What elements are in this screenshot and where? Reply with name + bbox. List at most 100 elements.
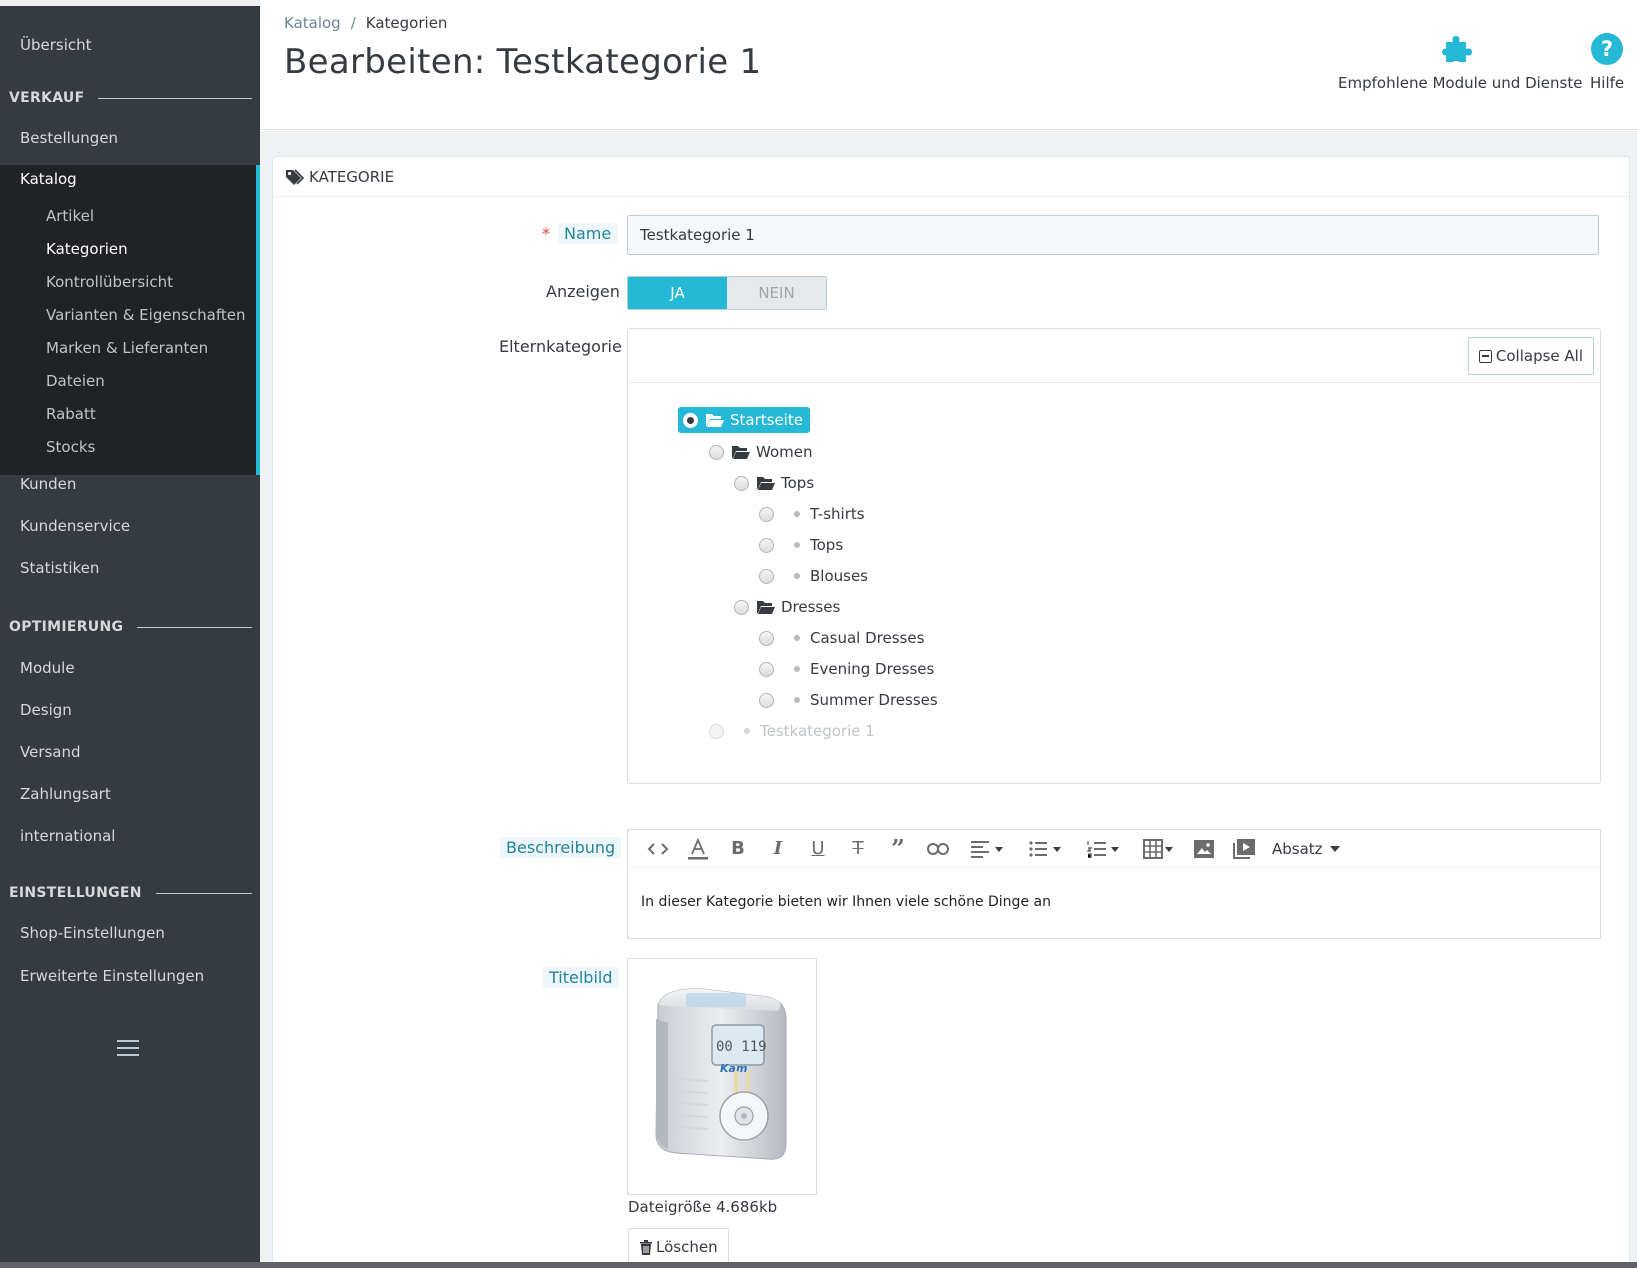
- sidebar-sub-categories[interactable]: Kategorien: [46, 240, 128, 258]
- bullet-icon: [794, 635, 800, 641]
- sidebar-item-statistics[interactable]: Statistiken: [20, 559, 99, 577]
- show-yes-option[interactable]: JA: [628, 277, 727, 309]
- name-input[interactable]: Testkategorie 1: [627, 215, 1599, 255]
- show-no-option[interactable]: NEIN: [727, 277, 826, 309]
- sidebar-sub-discounts[interactable]: Rabatt: [46, 405, 96, 423]
- folder-open-icon: [757, 477, 775, 490]
- sidebar-item-international[interactable]: international: [20, 827, 115, 845]
- bullet-icon: [794, 511, 800, 517]
- image-icon: [1194, 839, 1214, 858]
- paragraph-format-dropdown[interactable]: Absatz: [1272, 840, 1340, 858]
- bullet-list-icon: [1029, 840, 1061, 857]
- sidebar-item-design[interactable]: Design: [20, 701, 72, 719]
- underline-button[interactable]: U: [798, 834, 838, 864]
- tree-label: Women: [756, 443, 813, 461]
- sidebar-item-shipping[interactable]: Versand: [20, 743, 81, 761]
- tree-radio[interactable]: [759, 692, 774, 708]
- strikethrough-icon: T: [852, 838, 864, 859]
- svg-text:?: ?: [1601, 37, 1613, 61]
- numbered-list-dropdown[interactable]: [1074, 834, 1132, 864]
- sidebar-item-customers[interactable]: Kunden: [20, 475, 76, 493]
- sidebar-item-payment[interactable]: Zahlungsart: [20, 785, 111, 803]
- tree-node-casual-dresses[interactable]: Casual Dresses: [759, 626, 924, 650]
- bullet-list-dropdown[interactable]: [1016, 834, 1074, 864]
- sidebar-item-shop-settings[interactable]: Shop-Einstellungen: [20, 924, 165, 942]
- divider: [98, 97, 252, 99]
- sidebar-item-overview[interactable]: Übersicht: [20, 36, 92, 54]
- sidebar-item-modules[interactable]: Module: [20, 659, 75, 677]
- code-view-button[interactable]: [638, 834, 678, 864]
- editor-content[interactable]: In dieser Kategorie bieten wir Ihnen vie…: [628, 868, 1600, 936]
- editor-toolbar: B I U T ” Absatz: [628, 830, 1600, 868]
- link-button[interactable]: [918, 834, 958, 864]
- tree-radio[interactable]: [709, 444, 724, 460]
- sidebar-sub-brands[interactable]: Marken & Lieferanten: [46, 339, 208, 357]
- italic-button[interactable]: I: [758, 834, 798, 864]
- page-header: Katalog / Kategorien Bearbeiten: Testkateg…: [260, 0, 1637, 130]
- tree-node-women[interactable]: Women: [709, 440, 812, 464]
- collapse-all-button[interactable]: Collapse All: [1467, 337, 1594, 375]
- sidebar-item-orders[interactable]: Bestellungen: [20, 129, 118, 147]
- page-title: Bearbeiten: Testkategorie 1: [284, 42, 762, 82]
- name-label-text: Name: [558, 223, 618, 244]
- bullet-icon: [794, 542, 800, 548]
- tree-node-blouses[interactable]: Blouses: [759, 564, 868, 588]
- sidebar-item-customer-service[interactable]: Kundenservice: [20, 517, 130, 535]
- tree-node-dresses[interactable]: Dresses: [734, 595, 840, 619]
- tree-node-summer-dresses[interactable]: Summer Dresses: [759, 688, 938, 712]
- collapse-all-label: Collapse All: [1495, 347, 1583, 365]
- tree-radio[interactable]: [734, 599, 749, 615]
- insert-video-button[interactable]: [1224, 834, 1264, 864]
- help-button[interactable]: ? Hilfe: [1590, 32, 1624, 92]
- sidebar-sub-attributes[interactable]: Varianten & Eigenschaften: [46, 306, 245, 324]
- section-label: OPTIMIERUNG: [9, 619, 124, 635]
- tree-node-tops-leaf[interactable]: Tops: [759, 533, 843, 557]
- tree-label: Tops: [781, 474, 815, 492]
- text-color-button[interactable]: [678, 834, 718, 864]
- bullet-icon: [744, 728, 750, 734]
- svg-text:00 119: 00 119: [716, 1039, 767, 1055]
- menu-toggle-icon[interactable]: [117, 1040, 139, 1056]
- sidebar-item-advanced-settings[interactable]: Erweiterte Einstellungen: [20, 967, 204, 985]
- tags-icon: [286, 168, 305, 185]
- panel-heading: KATEGORIE: [273, 157, 1629, 197]
- tree-radio[interactable]: [759, 568, 774, 584]
- sidebar-sub-files[interactable]: Dateien: [46, 372, 105, 390]
- panel-title: KATEGORIE: [309, 167, 395, 186]
- collapse-icon: [1478, 349, 1492, 363]
- sidebar-section-settings: EINSTELLUNGEN: [9, 882, 252, 904]
- tree-radio[interactable]: [759, 506, 774, 522]
- table-dropdown[interactable]: [1132, 834, 1184, 864]
- recommended-modules-button[interactable]: Empfohlene Module und Dienste: [1338, 32, 1582, 92]
- tree-node-evening-dresses[interactable]: Evening Dresses: [759, 657, 934, 681]
- sidebar-item-catalog[interactable]: Katalog: [20, 170, 77, 188]
- tree-label: Testkategorie 1: [760, 722, 875, 740]
- bold-icon: B: [731, 838, 745, 859]
- description-label: Beschreibung: [500, 837, 622, 858]
- show-toggle[interactable]: JA NEIN: [627, 276, 827, 310]
- tree-radio[interactable]: [734, 475, 749, 491]
- sidebar-sub-stocks[interactable]: Stocks: [46, 438, 95, 456]
- svg-text:Kam: Kam: [720, 1062, 747, 1075]
- sidebar-sub-articles[interactable]: Artikel: [46, 207, 94, 225]
- help-icon: ?: [1591, 33, 1624, 65]
- tree-radio[interactable]: [759, 537, 774, 553]
- insert-image-button[interactable]: [1184, 834, 1224, 864]
- tree-radio[interactable]: [683, 412, 698, 428]
- tree-node-root[interactable]: Startseite: [678, 407, 810, 433]
- bold-button[interactable]: B: [718, 834, 758, 864]
- recommended-modules-label: Empfohlene Module und Dienste: [1338, 74, 1583, 92]
- tree-radio[interactable]: [759, 661, 774, 677]
- align-dropdown[interactable]: [958, 834, 1016, 864]
- strikethrough-button[interactable]: T: [838, 834, 878, 864]
- sidebar-sub-monitoring[interactable]: Kontrollübersicht: [46, 273, 173, 291]
- link-icon: [927, 842, 949, 855]
- breadcrumb-catalog[interactable]: Katalog: [284, 14, 341, 32]
- delete-image-button[interactable]: Löschen: [628, 1228, 729, 1266]
- tree-radio[interactable]: [759, 630, 774, 646]
- section-label: VERKAUF: [9, 90, 85, 106]
- tree-node-tshirts[interactable]: T-shirts: [759, 502, 865, 526]
- delete-label: Löschen: [656, 1238, 718, 1256]
- tree-node-tops[interactable]: Tops: [734, 471, 814, 495]
- blockquote-button[interactable]: ”: [878, 834, 918, 864]
